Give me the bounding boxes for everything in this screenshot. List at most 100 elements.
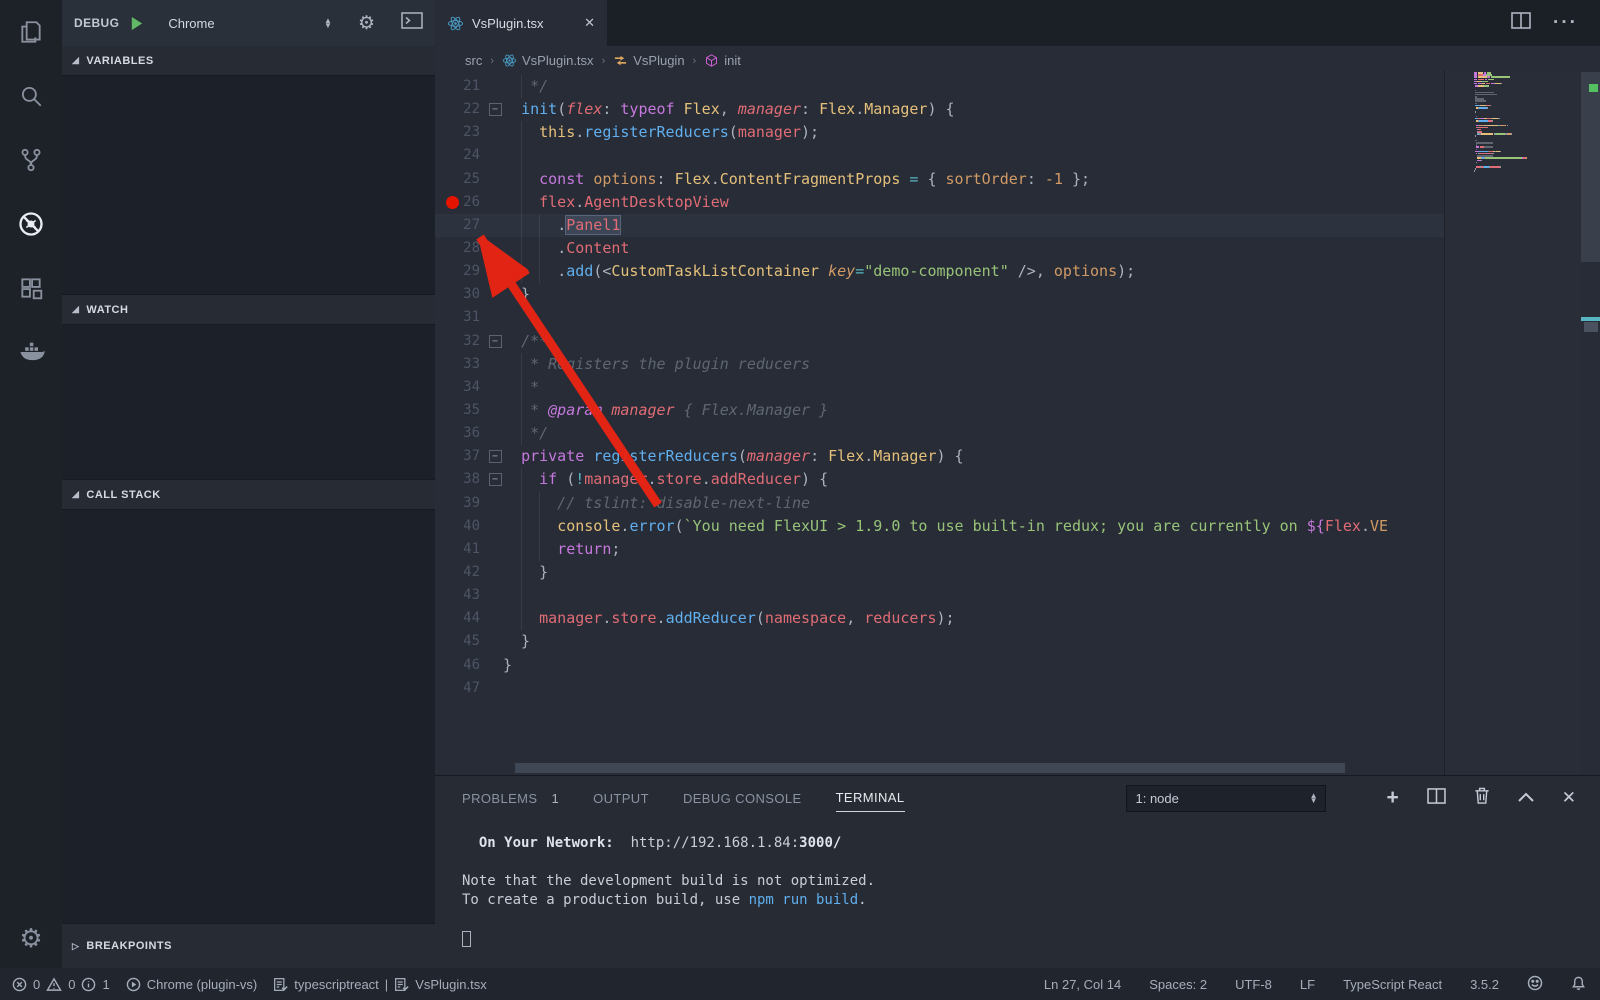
code-line[interactable]: 44 manager.store.addReducer(namespace, r…: [435, 607, 1444, 630]
code-line[interactable]: 41 return;: [435, 538, 1444, 561]
watch-content[interactable]: [62, 324, 435, 480]
breakpoint-dot[interactable]: [446, 196, 459, 209]
call-stack-section-header[interactable]: ◢ CALL STACK: [62, 480, 435, 509]
code-line[interactable]: 33 * Registers the plugin reducers: [435, 353, 1444, 376]
code-line[interactable]: 35 * @param manager { Flex.Manager }: [435, 399, 1444, 422]
watch-section-header[interactable]: ◢ WATCH: [62, 295, 435, 324]
code-line[interactable]: 27 .Panel1: [435, 214, 1444, 237]
debug-config-select[interactable]: Chrome: [168, 16, 214, 31]
search-icon[interactable]: [0, 64, 62, 128]
config-dropdown-icon[interactable]: ▲▼: [324, 18, 332, 28]
debug-settings-gear-icon[interactable]: ⚙: [358, 12, 375, 35]
editor-vertical-scrollbar[interactable]: [1581, 70, 1600, 775]
tab-terminal[interactable]: TERMINAL: [836, 784, 905, 812]
minimap[interactable]: [1444, 70, 1581, 775]
code-line[interactable]: 30 }: [435, 283, 1444, 306]
close-panel-icon[interactable]: ✕: [1562, 788, 1576, 808]
tab-output[interactable]: OUTPUT: [593, 785, 649, 812]
eol[interactable]: LF: [1300, 977, 1315, 992]
terminal-cursor: [462, 931, 471, 947]
extensions-icon[interactable]: [0, 256, 62, 320]
fold-icon[interactable]: −: [489, 335, 502, 348]
panel-tab-bar: PROBLEMS1 OUTPUT DEBUG CONSOLE TERMINAL …: [435, 776, 1600, 820]
code-line[interactable]: 26 flex.AgentDesktopView: [435, 191, 1444, 214]
activity-bar: ⚙: [0, 0, 62, 968]
terminal[interactable]: On Your Network: http://192.168.1.84:300…: [435, 820, 1600, 948]
code-line[interactable]: 45 }: [435, 630, 1444, 653]
info-icon: [81, 977, 96, 992]
code-line[interactable]: 37− private registerReducers(manager: Fl…: [435, 445, 1444, 468]
chevron-collapsed-icon: ▷: [72, 941, 79, 952]
debug-console-icon[interactable]: [401, 12, 423, 34]
ts-version[interactable]: 3.5.2: [1470, 977, 1499, 992]
code-line[interactable]: 42 }: [435, 561, 1444, 584]
code-line[interactable]: 28 .Content: [435, 237, 1444, 260]
fold-icon[interactable]: −: [489, 103, 502, 116]
code-line[interactable]: 23 this.registerReducers(manager);: [435, 121, 1444, 144]
terminal-instance-select[interactable]: 1: node ▲▼: [1126, 785, 1326, 812]
editor-horizontal-scrollbar[interactable]: [515, 763, 1345, 773]
chevron-expanded-icon: ◢: [72, 304, 79, 315]
start-debug-button[interactable]: [129, 16, 144, 31]
split-editor-icon[interactable]: [1511, 12, 1531, 34]
debug-title: DEBUG: [74, 16, 119, 30]
react-icon: [502, 53, 517, 68]
call-stack-content[interactable]: [62, 509, 435, 924]
feedback-smiley-icon[interactable]: [1527, 975, 1543, 994]
fold-icon[interactable]: −: [489, 450, 502, 463]
code-line[interactable]: 25 const options: Flex.ContentFragmentPr…: [435, 168, 1444, 191]
explorer-icon[interactable]: [0, 0, 62, 64]
variables-content[interactable]: [62, 75, 435, 295]
code-line[interactable]: 39 // tslint: disable-next-line: [435, 492, 1444, 515]
encoding[interactable]: UTF-8: [1235, 977, 1272, 992]
docker-icon[interactable]: [0, 320, 62, 384]
breadcrumb-separator: ›: [693, 55, 697, 67]
code-line[interactable]: 47: [435, 677, 1444, 700]
code-line[interactable]: 38− if (!manager.store.addReducer) {: [435, 468, 1444, 491]
code-line[interactable]: 46}: [435, 654, 1444, 677]
fold-icon[interactable]: −: [489, 473, 502, 486]
task-status[interactable]: typescriptreact | VsPlugin.tsx: [273, 977, 486, 992]
code-line[interactable]: 21 */: [435, 75, 1444, 98]
tab-debug-console[interactable]: DEBUG CONSOLE: [683, 785, 802, 812]
debug-target-status[interactable]: Chrome (plugin-vs): [126, 977, 258, 992]
code-line[interactable]: 24: [435, 144, 1444, 167]
warning-icon: [46, 977, 62, 992]
breadcrumb-class[interactable]: VsPlugin: [613, 53, 684, 68]
call-stack-label: CALL STACK: [86, 489, 160, 501]
code-line[interactable]: 32− /**: [435, 330, 1444, 353]
split-terminal-icon[interactable]: [1427, 788, 1446, 809]
tab-vsplugin[interactable]: VsPlugin.tsx ✕: [435, 0, 607, 46]
code-line[interactable]: 22− init(flex: typeof Flex, manager: Fle…: [435, 98, 1444, 121]
code-line[interactable]: 36 */: [435, 422, 1444, 445]
breadcrumb-separator: ›: [602, 55, 606, 67]
status-bar: 0 0 1 Chrome (plugin-vs) typescriptreact…: [0, 968, 1600, 1000]
notifications-bell-icon[interactable]: [1571, 975, 1586, 994]
maximize-panel-icon[interactable]: [1518, 789, 1534, 807]
debug-icon[interactable]: [0, 192, 62, 256]
indentation[interactable]: Spaces: 2: [1149, 977, 1207, 992]
code-line[interactable]: 29 .add(<CustomTaskListContainer key="de…: [435, 260, 1444, 283]
scrollbar-slider[interactable]: [1581, 72, 1600, 262]
breakpoints-section-header[interactable]: ▷ BREAKPOINTS: [62, 924, 435, 968]
breadcrumb-method[interactable]: init: [704, 53, 741, 68]
code-editor[interactable]: 21 */22− init(flex: typeof Flex, manager…: [435, 75, 1444, 761]
tab-close-icon[interactable]: ✕: [584, 15, 595, 31]
source-control-icon[interactable]: [0, 128, 62, 192]
breadcrumb-file[interactable]: VsPlugin.tsx: [502, 53, 594, 68]
breadcrumb-src[interactable]: src: [465, 53, 482, 68]
kill-terminal-trash-icon[interactable]: [1474, 787, 1490, 809]
code-line[interactable]: 31: [435, 306, 1444, 329]
tab-problems[interactable]: PROBLEMS1: [462, 785, 559, 812]
cursor-position[interactable]: Ln 27, Col 14: [1044, 977, 1121, 992]
new-terminal-icon[interactable]: +: [1386, 786, 1398, 810]
more-actions-icon[interactable]: ···: [1553, 12, 1578, 34]
code-line[interactable]: 43: [435, 584, 1444, 607]
variables-section-header[interactable]: ◢ VARIABLES: [62, 46, 435, 75]
problems-status[interactable]: 0 0 1: [12, 977, 110, 992]
code-line[interactable]: 34 *: [435, 376, 1444, 399]
language-mode[interactable]: TypeScript React: [1343, 977, 1442, 992]
tasklist-icon: [394, 977, 409, 992]
code-line[interactable]: 40 console.error(`You need FlexUI > 1.9.…: [435, 515, 1444, 538]
settings-gear-icon[interactable]: ⚙: [0, 923, 62, 954]
